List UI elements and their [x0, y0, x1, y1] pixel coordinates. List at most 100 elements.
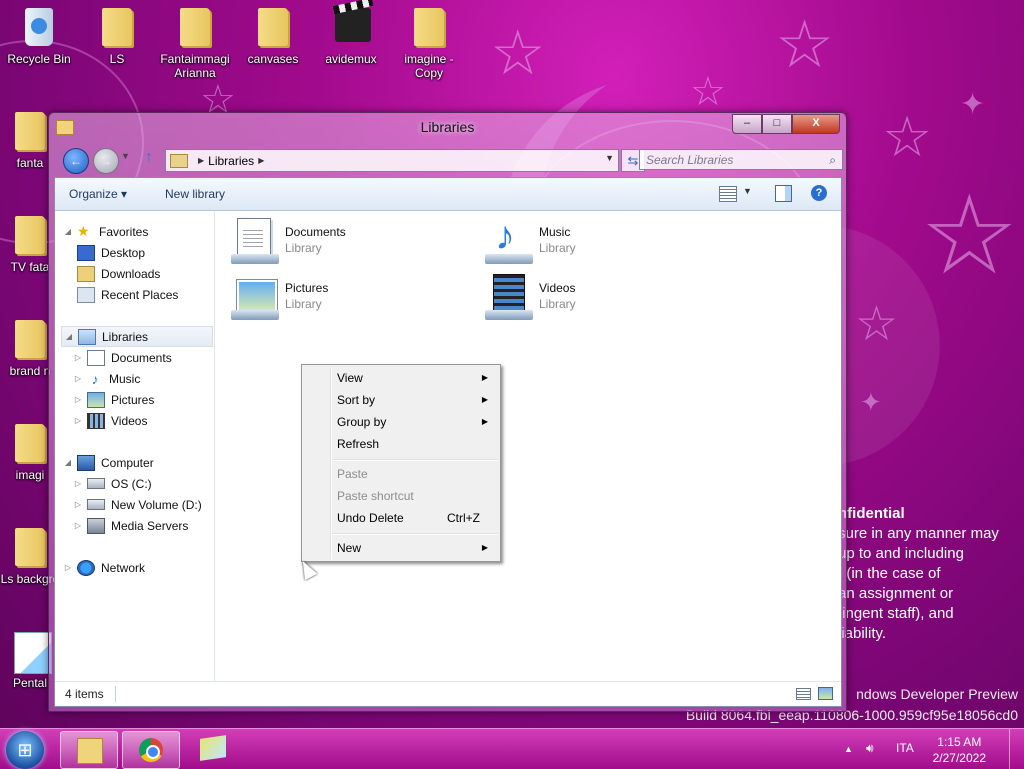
menu-item-paste: Paste	[337, 467, 368, 481]
library-tile-documents[interactable]: Documents Library	[231, 218, 346, 264]
taskbar-explorer-button[interactable]	[60, 731, 118, 769]
breadcrumb-arrow-icon[interactable]: ▶	[258, 156, 264, 165]
minimize-button[interactable]: –	[732, 114, 762, 134]
address-dropdown-icon[interactable]: ▼	[605, 153, 614, 163]
library-tile-music[interactable]: ♪ Music Library	[485, 216, 576, 264]
desktop-icon-avidemux[interactable]: avidemux	[315, 8, 387, 66]
tree-recent-places[interactable]: Recent Places	[73, 284, 178, 305]
music-note-icon: ♪	[91, 370, 99, 387]
tree-music[interactable]: ▷ ♪ Music	[73, 368, 140, 389]
tree-favorites[interactable]: ◢ ★ Favorites	[63, 221, 148, 242]
menu-item-sort-by[interactable]: Sort by ▶	[304, 389, 498, 411]
tree-network[interactable]: ▷ Network	[63, 557, 145, 578]
item-count: 4 items	[65, 687, 104, 701]
tree-pictures[interactable]: ▷ Pictures	[73, 389, 154, 410]
menu-item-group-by[interactable]: Group by ▶	[304, 411, 498, 433]
tree-drive-c[interactable]: ▷ OS (C:)	[73, 473, 152, 494]
clock[interactable]: 1:15 AM 2/27/2022	[933, 734, 986, 766]
maximize-button[interactable]: □	[762, 114, 792, 134]
taskbar-app-icon[interactable]	[200, 735, 226, 761]
search-input[interactable]: Search Libraries ⌕	[639, 149, 843, 170]
desktop-icon-label: avidemux	[325, 52, 377, 66]
recent-pages-dropdown[interactable]: ▼	[121, 151, 130, 161]
breadcrumb-arrow-icon[interactable]: ▶	[198, 156, 204, 165]
start-button[interactable]: ⊞	[6, 731, 44, 769]
desktop-icon-imagine-copy[interactable]: imagine - Copy	[393, 8, 465, 80]
menu-separator	[332, 459, 498, 461]
chrome-icon	[139, 738, 163, 762]
breadcrumb-libraries[interactable]: Libraries	[208, 154, 254, 168]
documents-icon	[87, 349, 105, 366]
menu-item-refresh[interactable]: Refresh	[304, 433, 498, 455]
change-view-icon[interactable]	[719, 186, 737, 202]
library-tile-pictures[interactable]: Pictures Library	[231, 274, 328, 320]
desktop-icon-fantaimmagi[interactable]: Fantaimmagi Arianna	[159, 8, 231, 80]
folder-icon	[15, 320, 45, 358]
tree-videos[interactable]: ▷ Videos	[73, 410, 147, 431]
desktop-icon-recycle-bin[interactable]: Recycle Bin	[3, 8, 75, 66]
desktop-icon-ls[interactable]: LS	[81, 8, 153, 66]
address-bar[interactable]: ▶ Libraries ▶ ▼	[165, 149, 619, 172]
library-tile-videos[interactable]: Videos Library	[485, 274, 576, 320]
navigation-pane: ◢ ★ Favorites Desktop Downloads Recent Pl…	[55, 211, 215, 681]
expand-arrow-icon[interactable]: ▷	[73, 353, 83, 362]
menu-item-new[interactable]: New ▶	[304, 537, 498, 559]
expand-arrow-icon[interactable]: ▷	[73, 521, 83, 530]
menu-item-paste-shortcut: Paste shortcut	[337, 489, 414, 503]
expand-arrow-icon[interactable]: ▷	[73, 395, 83, 404]
tray-overflow-icon[interactable]: ▲	[844, 744, 853, 754]
show-desktop-button[interactable]	[1009, 729, 1024, 769]
menu-item-undo-delete[interactable]: Undo Delete Ctrl+Z	[304, 507, 498, 529]
new-library-button[interactable]: New library	[165, 187, 225, 201]
desktop-icon-canvases[interactable]: canvases	[237, 8, 309, 66]
tree-desktop[interactable]: Desktop	[73, 242, 145, 263]
collapse-arrow-icon[interactable]: ◢	[64, 332, 74, 341]
speaker-icon[interactable]: 🔊︎	[866, 741, 874, 756]
documents-library-icon	[231, 218, 279, 264]
watermark-title: nfidential	[838, 505, 905, 522]
view-options-dropdown[interactable]: ▼	[743, 186, 752, 196]
expand-arrow-icon[interactable]: ▷	[63, 563, 73, 572]
expand-arrow-icon[interactable]: ▷	[73, 416, 83, 425]
expand-arrow-icon[interactable]: ▷	[73, 479, 83, 488]
videos-library-icon	[485, 274, 533, 320]
tree-media-servers[interactable]: ▷ Media Servers	[73, 515, 188, 536]
tree-downloads[interactable]: Downloads	[73, 263, 160, 284]
watermark-line: up to and including	[838, 545, 964, 562]
library-type: Library	[285, 297, 322, 311]
downloads-icon	[77, 265, 95, 282]
star-decoration: ☆	[775, 6, 835, 83]
forward-button[interactable]: →	[93, 148, 119, 174]
folder-icon	[414, 8, 444, 46]
help-icon[interactable]: ?	[811, 185, 827, 201]
expand-arrow-icon[interactable]: ▷	[73, 374, 83, 383]
back-button[interactable]: ←	[63, 148, 89, 174]
tree-libraries[interactable]: ◢ Libraries	[61, 326, 213, 347]
preview-pane-icon[interactable]	[775, 185, 792, 202]
close-button[interactable]: X	[792, 114, 840, 134]
folder-icon	[258, 8, 288, 46]
search-icon: ⌕	[829, 153, 836, 167]
expand-arrow-icon[interactable]: ▷	[73, 500, 83, 509]
tree-computer[interactable]: ◢ Computer	[63, 452, 154, 473]
tree-documents[interactable]: ▷ Documents	[73, 347, 172, 368]
windows-drive-icon	[87, 478, 105, 489]
taskbar-chrome-button[interactable]	[122, 731, 180, 769]
arrow-right-icon: →	[100, 154, 112, 168]
large-icons-view-icon[interactable]	[818, 687, 833, 700]
libraries-icon	[78, 328, 96, 345]
tree-drive-d[interactable]: ▷ New Volume (D:)	[73, 494, 202, 515]
watermark-line: tingent staff), and	[838, 605, 954, 622]
library-name: Music	[539, 225, 571, 239]
collapse-arrow-icon[interactable]: ◢	[63, 227, 73, 236]
up-level-button[interactable]: ↑	[145, 149, 153, 167]
language-indicator[interactable]: ITA	[896, 741, 914, 755]
submenu-arrow-icon: ▶	[481, 395, 488, 404]
desktop-icon-label: Recycle Bin	[7, 52, 71, 66]
details-view-icon[interactable]	[796, 688, 811, 700]
collapse-arrow-icon[interactable]: ◢	[63, 458, 73, 467]
title-bar[interactable]: Libraries – □ X	[49, 113, 846, 143]
navigation-bar: ← → ▼ ↑ ▶ Libraries ▶ ▼ ⇆ Search Librari…	[55, 145, 843, 175]
menu-item-view[interactable]: View ▶	[304, 367, 498, 389]
organize-button[interactable]: Organize ▾	[69, 187, 127, 201]
